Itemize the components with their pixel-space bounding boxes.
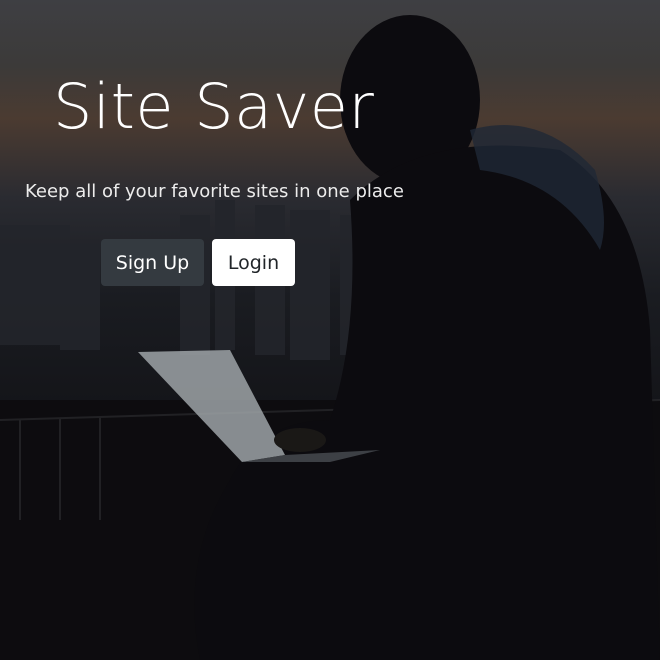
landing-page: Site Saver Keep all of your favorite sit… xyxy=(0,0,660,660)
hero-section: Site Saver Keep all of your favorite sit… xyxy=(0,0,660,660)
tagline: Keep all of your favorite sites in one p… xyxy=(25,181,404,202)
sign-up-button[interactable]: Sign Up xyxy=(101,239,204,286)
login-button[interactable]: Login xyxy=(212,239,295,286)
page-title: Site Saver xyxy=(53,70,375,143)
